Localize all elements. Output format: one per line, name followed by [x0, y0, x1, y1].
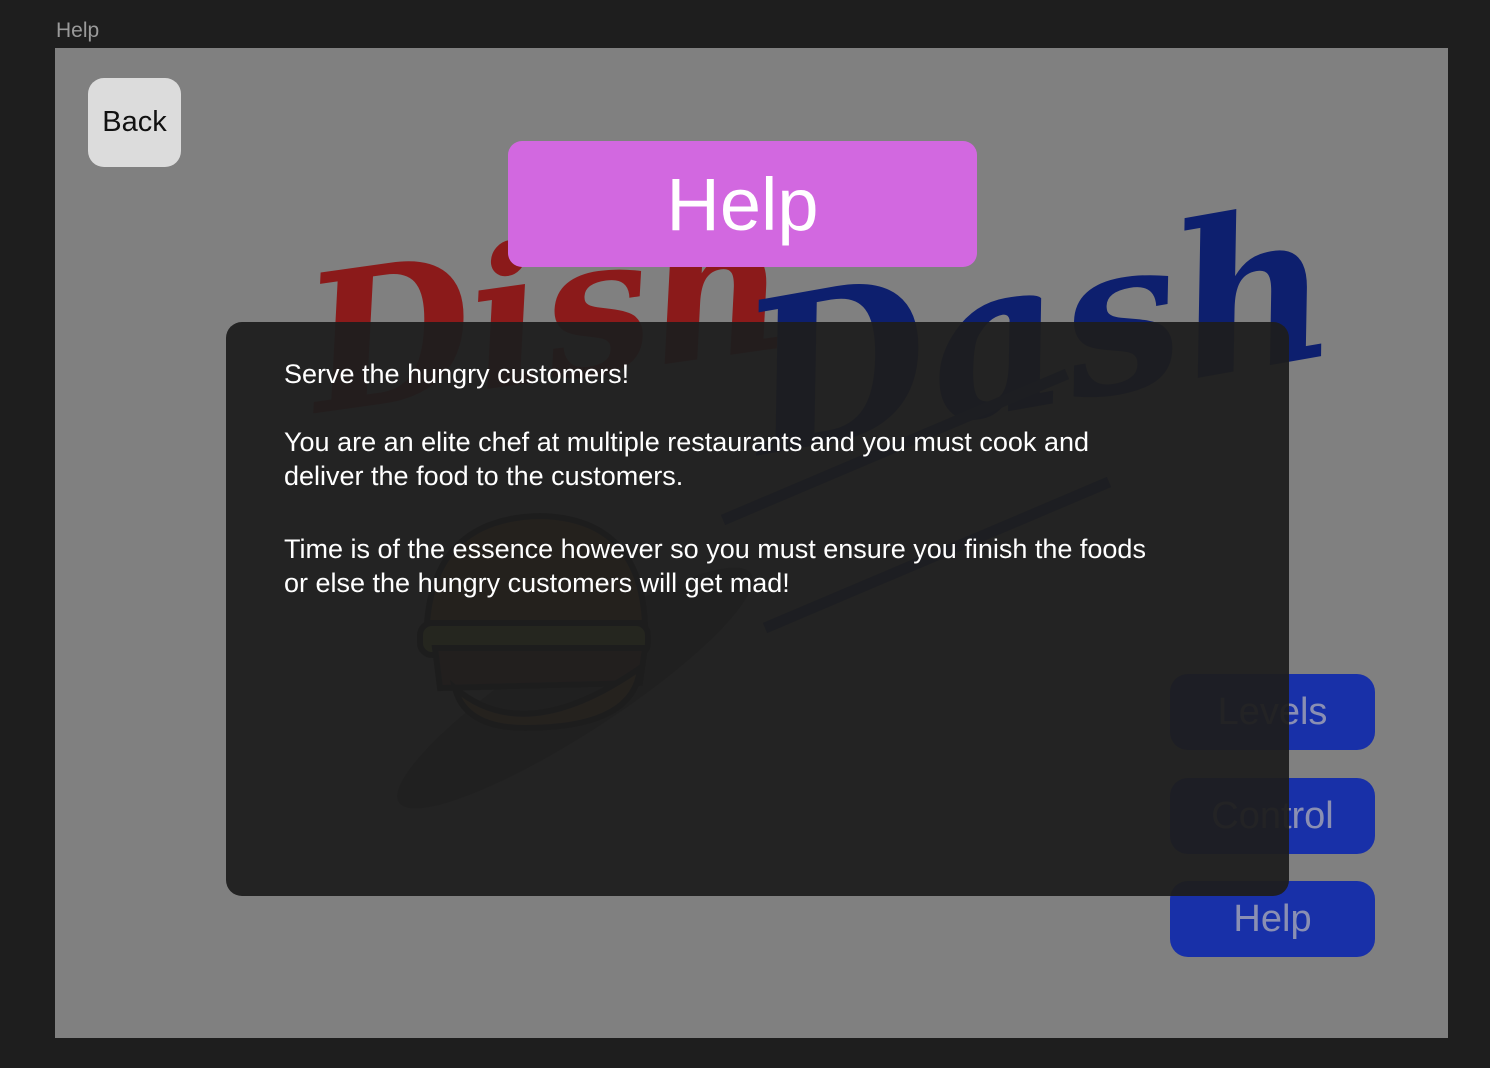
help-screen: Dish Dash Back Help Levels Control Help …: [55, 48, 1448, 1038]
frame-label: Help: [56, 19, 100, 42]
help-panel: Serve the hungry customers! You are an e…: [226, 322, 1289, 896]
help-text-paragraph-2-line-1: You are an elite chef at multiple restau…: [284, 427, 1089, 457]
help-text-intro: Serve the hungry customers!: [284, 359, 630, 389]
help-text-paragraph-2-line-2: deliver the food to the customers.: [284, 461, 684, 491]
help-text-paragraph-3-line-1: Time is of the essence however so you mu…: [284, 534, 1146, 564]
help-text-paragraph-3-line-2: or else the hungry customers will get ma…: [284, 568, 790, 598]
page-title: Help: [508, 141, 977, 267]
